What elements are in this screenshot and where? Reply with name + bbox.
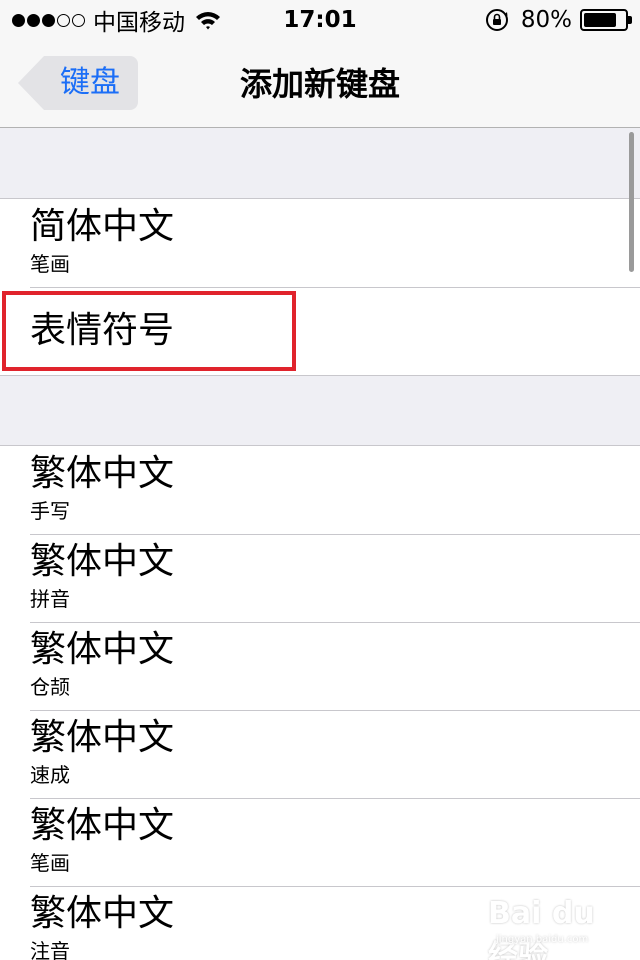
list-item[interactable]: 繁体中文 手写 (0, 446, 640, 534)
list-item[interactable]: 繁体中文 仓颉 (0, 622, 640, 710)
keyboard-name: 繁体中文 (30, 541, 175, 582)
list-item[interactable]: 繁体中文 速成 (0, 710, 640, 798)
keyboard-variant: 手写 (30, 499, 70, 523)
keyboard-name: 繁体中文 (30, 717, 175, 758)
list-item-emoji[interactable]: 表情符号 (0, 287, 640, 375)
list-item[interactable]: 简体中文 笔画 (0, 199, 640, 287)
page-title: 添加新键盘 (239, 65, 400, 103)
list-item[interactable]: 繁体中文 拼音 (0, 534, 640, 622)
orientation-lock-icon (485, 9, 508, 31)
battery-level-fill (584, 13, 616, 27)
keyboard-group-1: 简体中文 笔画 表情符号 (0, 198, 640, 376)
keyboard-name: 繁体中文 (30, 629, 175, 670)
keyboard-variant: 仓颉 (30, 675, 70, 699)
battery-percent: 80% (520, 7, 572, 33)
navigation-bar: 键盘 添加新键盘 (0, 40, 640, 128)
keyboard-name: 表情符号 (30, 310, 175, 351)
watermark-url: jingyan.baidu.com (496, 934, 589, 945)
keyboard-list: 简体中文 笔画 表情符号 繁体中文 手写 繁体中文 拼音 繁体中文 仓颉 繁体中… (0, 129, 640, 960)
keyboard-variant: 拼音 (30, 587, 70, 611)
keyboard-group-2: 繁体中文 手写 繁体中文 拼音 繁体中文 仓颉 繁体中文 速成 繁体中文 笔画 … (0, 445, 640, 960)
keyboard-name: 繁体中文 (30, 805, 175, 846)
section-spacer (0, 376, 640, 445)
scroll-indicator[interactable] (629, 132, 634, 272)
list-item[interactable]: 繁体中文 笔画 (0, 798, 640, 886)
keyboard-variant: 笔画 (30, 252, 70, 276)
status-bar: 中国移动 17:01 80% (0, 0, 640, 40)
status-right: 80% (485, 6, 632, 34)
battery-icon (580, 9, 632, 31)
keyboard-variant: 笔画 (30, 851, 70, 875)
watermark-text: Bai du 经验 (488, 896, 595, 960)
keyboard-name: 繁体中文 (30, 453, 175, 494)
keyboard-variant: 速成 (30, 763, 70, 787)
keyboard-name: 简体中文 (30, 206, 175, 247)
keyboard-variant: 注音 (30, 939, 70, 960)
baidu-watermark-logo: Bai du 经验 jingyan.baidu.com (488, 894, 618, 960)
section-spacer (0, 129, 640, 198)
keyboard-name: 繁体中文 (30, 893, 175, 934)
